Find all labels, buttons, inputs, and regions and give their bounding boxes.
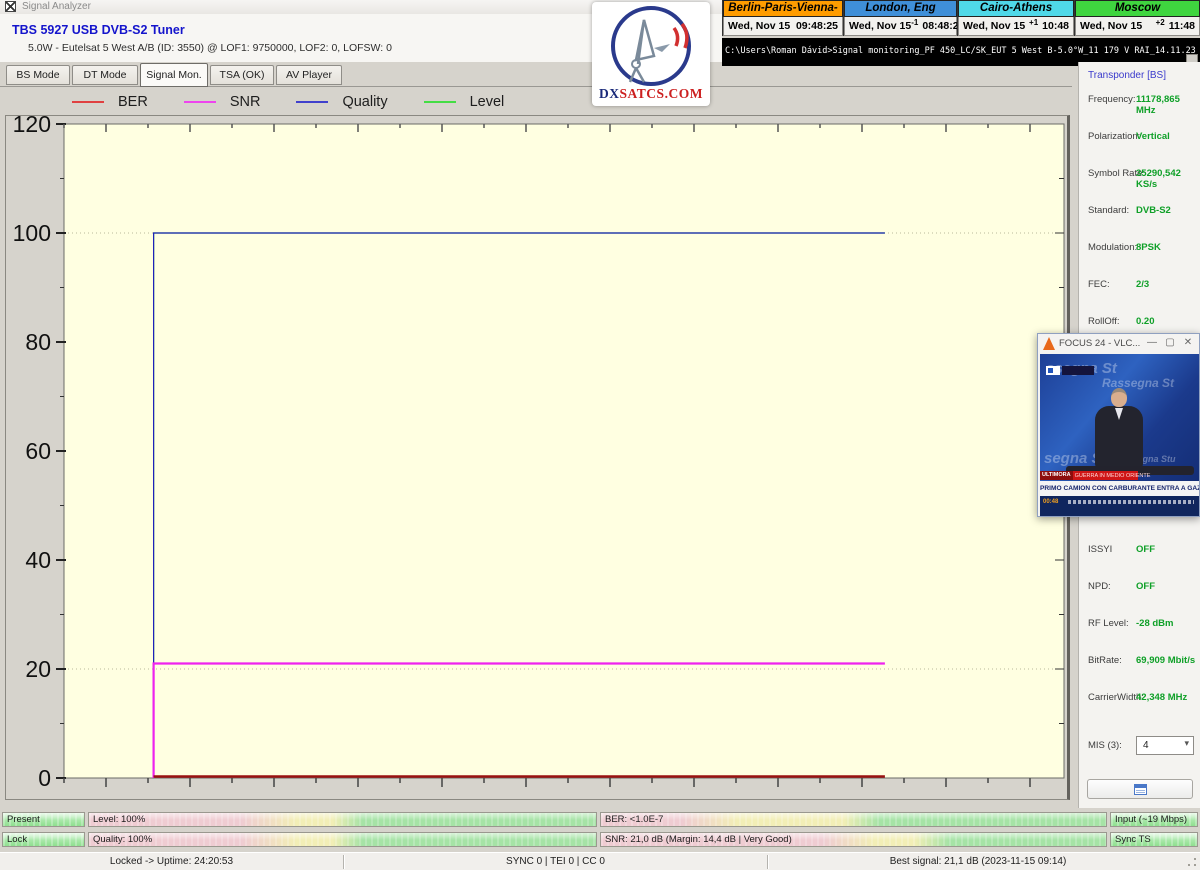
level-meter: Level: 100% bbox=[88, 812, 597, 827]
input-indicator: Input (~19 Mbps) bbox=[1110, 812, 1198, 827]
resize-grip[interactable] bbox=[1186, 856, 1198, 868]
legend-level-label: Level bbox=[470, 94, 505, 110]
svg-text:80: 80 bbox=[25, 329, 51, 355]
clock-cairo-value: Wed, Nov 15 +1 10:48 bbox=[958, 17, 1074, 36]
maximize-button[interactable]: ▢ bbox=[1163, 337, 1177, 348]
legend-ber-label: BER bbox=[118, 94, 148, 110]
tuner-name: TBS 5927 USB DVB-S2 Tuner bbox=[12, 23, 185, 37]
app-icon bbox=[5, 1, 16, 12]
clock-berlin-city: Berlin-Paris-Vienna-Roma bbox=[723, 0, 843, 17]
tab-av-player[interactable]: AV Player bbox=[276, 65, 342, 85]
param-frequency: Frequency: 11178,865 MHz bbox=[1079, 94, 1200, 108]
svg-text:0: 0 bbox=[38, 765, 51, 791]
param-rolloff: RollOff: 0.20 bbox=[1079, 316, 1200, 330]
clock-moscow: Moscow Wed, Nov 15 +2 11:48 bbox=[1074, 0, 1200, 36]
svg-text:60: 60 bbox=[25, 438, 51, 464]
clock-moscow-city: Moscow bbox=[1075, 0, 1200, 17]
clock-cairo: Cairo-Athens Wed, Nov 15 +1 10:48 bbox=[957, 0, 1074, 36]
studio-backdrop-text: Rassegna St bbox=[1102, 376, 1174, 390]
status-uptime: Locked -> Uptime: 24:20:53 bbox=[0, 856, 343, 867]
signal-chart-svg: 0 20 40 60 80 100 120 bbox=[6, 116, 1067, 799]
legend-quality-label: Quality bbox=[342, 94, 387, 110]
quality-meter: Quality: 100% bbox=[88, 832, 597, 847]
vlc-video[interactable]: ssegna St Rassegna St segna St Rassegna … bbox=[1040, 354, 1199, 516]
legend-quality-line bbox=[296, 101, 328, 103]
clock-moscow-value: Wed, Nov 15 +2 11:48 bbox=[1075, 17, 1200, 36]
param-symbol-rate: Symbol Rate: 35290,542 KS/s bbox=[1079, 168, 1200, 182]
tab-signal-mon[interactable]: Signal Mon. bbox=[140, 63, 208, 87]
transponder-title: Transponder [BS] bbox=[1088, 70, 1166, 81]
legend-snr-label: SNR bbox=[230, 94, 261, 110]
window-title: Signal Analyzer bbox=[22, 1, 91, 12]
world-clocks: Berlin-Paris-Vienna-Roma Wed, Nov 15 09:… bbox=[722, 0, 1200, 36]
signal-chart-panel: 0 20 40 60 80 100 120 bbox=[5, 115, 1070, 800]
chevron-down-icon: ▾ bbox=[1184, 738, 1189, 749]
clock-berlin-value: Wed, Nov 15 09:48:25 bbox=[723, 17, 843, 36]
param-modulation: Modulation: 8PSK bbox=[1079, 242, 1200, 256]
live-badge bbox=[1062, 366, 1094, 375]
legend-ber-line bbox=[72, 101, 104, 103]
vlc-window[interactable]: FOCUS 24 - VLC... — ▢ ✕ ssegna St Rasseg… bbox=[1037, 333, 1200, 517]
clock-london-value: Wed, Nov 15 -1 08:48:25 bbox=[844, 17, 957, 36]
channel-logo bbox=[1046, 366, 1060, 375]
dxsatcs-wordmark: DXSATCS.COM bbox=[592, 86, 710, 102]
minimize-button[interactable]: — bbox=[1145, 337, 1159, 348]
tab-tsa[interactable]: TSA (OK) bbox=[210, 65, 274, 85]
svg-text:40: 40 bbox=[25, 547, 51, 573]
command-prompt-text: C:\Users\Roman Dávid>Signal monitoring_P… bbox=[725, 46, 1196, 56]
param-carrierwidth: CarrierWidth: 42,348 MHz bbox=[1079, 692, 1200, 706]
clock-cairo-city: Cairo-Athens bbox=[958, 0, 1074, 17]
status-best-signal: Best signal: 21,1 dB (2023-11-15 09:14) bbox=[768, 856, 1188, 867]
svg-text:20: 20 bbox=[25, 656, 51, 682]
clock-london-city: London, Eng bbox=[844, 0, 957, 17]
chart-legend: BER SNR Quality Level bbox=[72, 93, 526, 111]
legend-snr-line bbox=[184, 101, 216, 103]
param-fec: FEC: 2/3 bbox=[1079, 279, 1200, 293]
param-bitrate: BitRate: 69,909 Mbit/s bbox=[1079, 655, 1200, 669]
ticker-text bbox=[1068, 500, 1194, 504]
headline-bar: PRIMO CAMION CON CARBURANTE ENTRA A GAZA… bbox=[1040, 481, 1199, 496]
param-issyi: ISSYI OFF bbox=[1079, 544, 1200, 558]
param-npd: NPD: OFF bbox=[1079, 581, 1200, 595]
present-indicator: Present bbox=[2, 812, 85, 827]
sidebar-save-button[interactable] bbox=[1087, 779, 1193, 799]
ber-meter: BER: <1.0E-7 bbox=[600, 812, 1107, 827]
legend-level-line bbox=[424, 101, 456, 103]
status-bar: Locked -> Uptime: 24:20:53 SYNC 0 | TEI … bbox=[0, 852, 1200, 870]
snr-meter: SNR: 21,0 dB (Margin: 14,4 dB | Very Goo… bbox=[600, 832, 1107, 847]
news-ticker: 00:48 bbox=[1040, 496, 1199, 516]
table-icon bbox=[1134, 784, 1147, 795]
tuner-details: 5.0W - Eutelsat 5 West A/B (ID: 3550) @ … bbox=[28, 42, 392, 54]
svg-text:100: 100 bbox=[13, 220, 51, 246]
param-polarization: Polarization: Vertical bbox=[1079, 131, 1200, 145]
svg-text:120: 120 bbox=[13, 116, 51, 137]
clock-london: London, Eng Wed, Nov 15 -1 08:48:25 bbox=[843, 0, 957, 36]
lock-indicator: Lock bbox=[2, 832, 85, 847]
param-rf-level: RF Level: -28 dBm bbox=[1079, 618, 1200, 632]
breaking-news-bar: ULTIMORA GUERRA IN MEDIO ORIENTE bbox=[1040, 471, 1138, 480]
param-standard: Standard: DVB-S2 bbox=[1079, 205, 1200, 219]
satellite-dish-icon bbox=[592, 2, 710, 88]
close-button[interactable]: ✕ bbox=[1181, 337, 1195, 348]
tab-bs-mode[interactable]: BS Mode bbox=[6, 65, 70, 85]
dxsatcs-logo: DXSATCS.COM bbox=[592, 2, 710, 106]
clock-berlin: Berlin-Paris-Vienna-Roma Wed, Nov 15 09:… bbox=[722, 0, 843, 36]
vlc-icon bbox=[1043, 337, 1055, 350]
sync-ts-indicator: Sync TS bbox=[1110, 832, 1198, 847]
tab-dt-mode[interactable]: DT Mode bbox=[72, 65, 138, 85]
vlc-title: FOCUS 24 - VLC... bbox=[1059, 338, 1140, 349]
status-sync: SYNC 0 | TEI 0 | CC 0 bbox=[344, 856, 767, 867]
news-anchor-head bbox=[1111, 388, 1127, 407]
param-mis: MIS (3): 4 ▾ bbox=[1079, 740, 1200, 754]
vlc-titlebar[interactable]: FOCUS 24 - VLC... — ▢ ✕ bbox=[1038, 334, 1199, 354]
